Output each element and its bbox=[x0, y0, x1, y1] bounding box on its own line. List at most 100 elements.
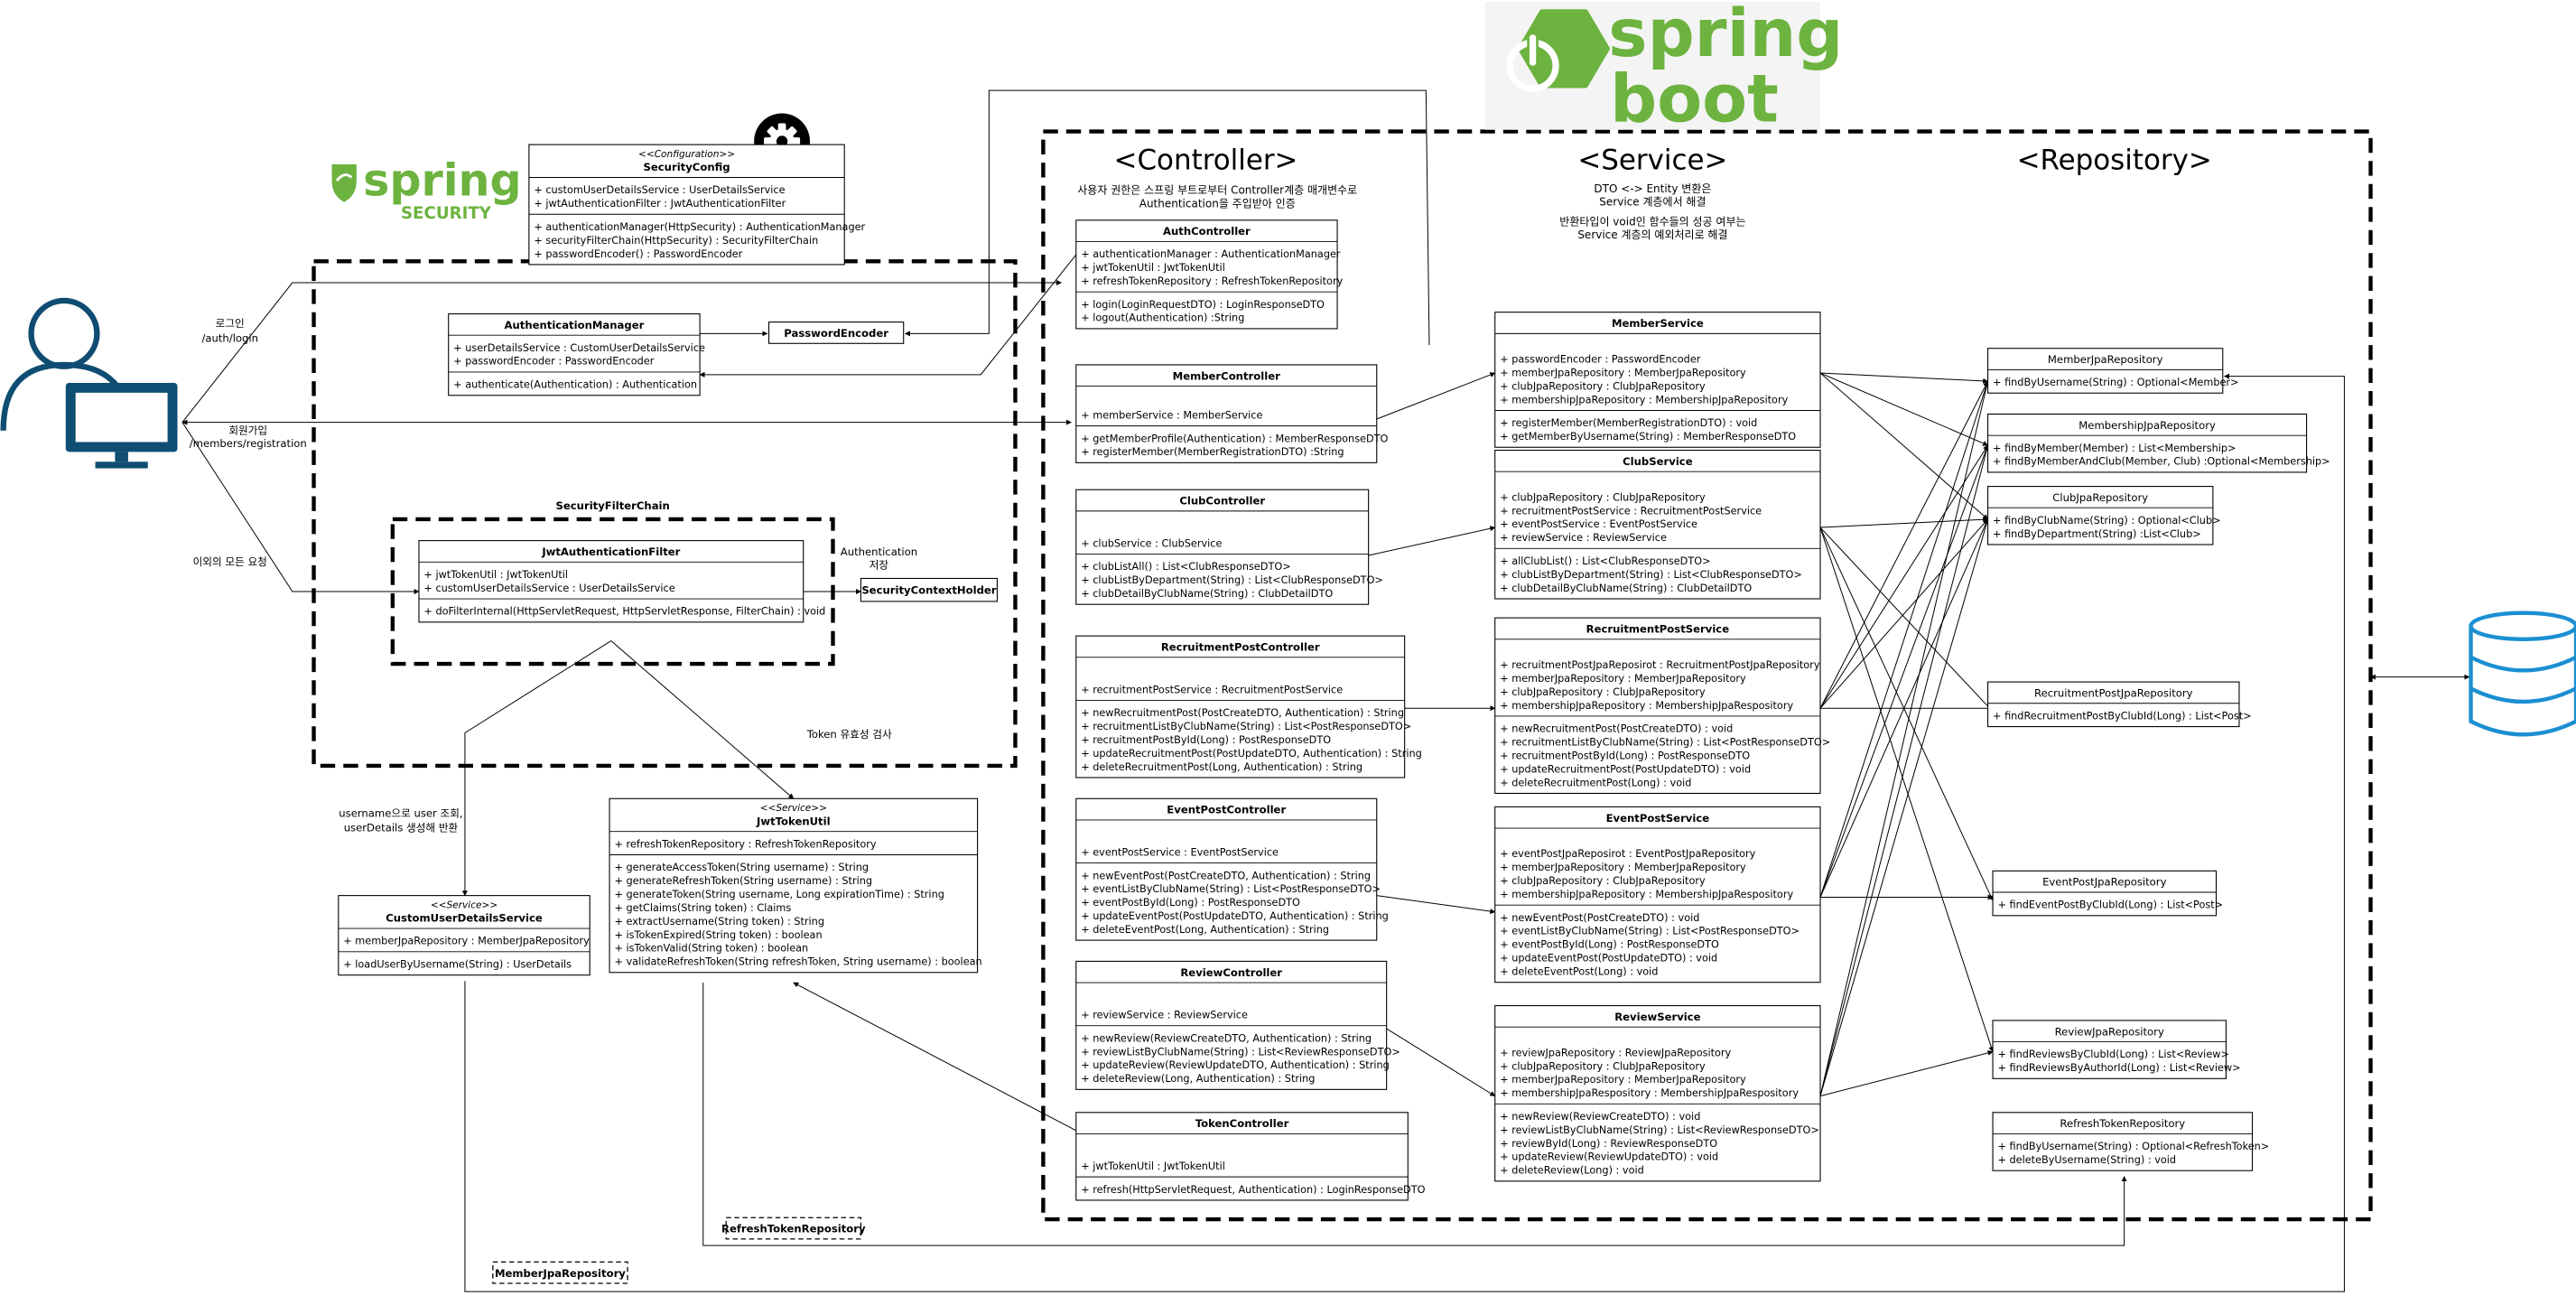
password-encoder-name: PasswordEncoder bbox=[784, 327, 888, 340]
jwt-token-util-method: + isTokenValid(String token) : boolean bbox=[614, 943, 808, 955]
club-controller-method: + clubDetailByClubName(String) : ClubDet… bbox=[1081, 588, 1333, 600]
event-post-service-field: + membershipJpaRepository : MembershipJp… bbox=[1500, 889, 1793, 900]
recruitment-post-service-field: + membershipJpaRepository : MembershipJp… bbox=[1500, 700, 1793, 712]
auth-controller-field: + jwtTokenUtil : JwtTokenUtil bbox=[1081, 262, 1225, 274]
event-post-jpa-repository-method: + findEventPostByClubId(Long) : List<Pos… bbox=[1998, 900, 2224, 911]
event-post-service-method: + deleteEventPost(Long) : void bbox=[1500, 966, 1658, 978]
recruitment-post-service-field: + recruitmentPostJpaReposirot : Recruitm… bbox=[1500, 659, 1820, 671]
diagram-svg: spring SECURITY spring boot <Controller>… bbox=[0, 0, 2576, 1292]
event-post-service-field: + clubJpaRepository : ClubJpaRepository bbox=[1500, 875, 1706, 887]
member-controller-title: MemberController bbox=[1173, 369, 1280, 382]
recruitment-post-jpa-repository-box: RecruitmentPostJpaRepository + findRecrui… bbox=[1987, 681, 2252, 728]
club-service-box: ClubService + clubJpaRepository : ClubJpa… bbox=[1494, 449, 1821, 600]
auth-controller-field: + authenticationManager : Authentication… bbox=[1081, 248, 1341, 260]
login-label-2: /auth/login bbox=[201, 331, 258, 344]
recruitment-post-controller-method: + newRecruitmentPost(PostCreateDTO, Auth… bbox=[1081, 707, 1404, 719]
recruitment-post-jpa-repository-title: RecruitmentPostJpaRepository bbox=[2034, 686, 2193, 699]
event-post-service-title: EventPostService bbox=[1606, 812, 1710, 825]
recruitment-post-service-method: + deleteRecruitmentPost(Long) : void bbox=[1500, 777, 1691, 788]
member-service-method: + registerMember(MemberRegistrationDTO) … bbox=[1500, 417, 1757, 429]
security-config-method: + authenticationManager(HttpSecurity) : … bbox=[534, 221, 865, 233]
spring-security-word: spring bbox=[363, 154, 522, 207]
member-service-field: + memberJpaRepository : MemberJpaReposit… bbox=[1500, 367, 1746, 378]
member-service-field: + clubJpaRepository : ClubJpaRepository bbox=[1500, 380, 1706, 392]
jwt-authentication-filter-title: JwtAuthenticationFilter bbox=[541, 545, 680, 558]
auth-controller-method: + login(LoginRequestDTO) : LoginResponse… bbox=[1081, 299, 1325, 311]
authentication-manager-box: AuthenticationManager + userDetailsServic… bbox=[448, 312, 705, 396]
membership-jpa-repository-title: MembershipJpaRepository bbox=[2078, 419, 2216, 432]
authentication-manager-field: + passwordEncoder : PasswordEncoder bbox=[453, 356, 655, 368]
refresh-token-repository-box: RefreshTokenRepository + findByUsername(S… bbox=[1992, 1112, 2269, 1171]
controller-heading: <Controller> bbox=[1114, 144, 1298, 176]
shield-icon bbox=[331, 163, 357, 202]
jwt-token-util-method: + validateRefreshToken(String refreshTok… bbox=[614, 956, 981, 968]
security-config-box: <<Configuration>>SecurityConfig + customU… bbox=[528, 144, 866, 266]
spring-boot-logo: spring boot bbox=[1484, 0, 1843, 138]
event-post-controller-title: EventPostController bbox=[1167, 804, 1286, 816]
uml-class-boxes: <<Configuration>>SecurityConfig + customU… bbox=[338, 144, 2330, 1201]
club-controller-method: + clubListAll() : List<ClubResponseDTO> bbox=[1081, 561, 1290, 573]
diagram-stage: spring SECURITY spring boot <Controller>… bbox=[0, 0, 2576, 1300]
review-service-field: + clubJpaRepository : ClubJpaRepository bbox=[1500, 1060, 1706, 1072]
club-jpa-repository-title: ClubJpaRepository bbox=[2052, 491, 2148, 504]
recruitment-post-service-title: RecruitmentPostService bbox=[1586, 623, 1730, 636]
review-jpa-repository-method: + findReviewsByClubId(Long) : List<Revie… bbox=[1998, 1049, 2229, 1060]
spring-boot-word2: boot bbox=[1610, 61, 1779, 138]
member-service-title: MemberService bbox=[1612, 317, 1704, 330]
recruitment-post-service-method: + newRecruitmentPost(PostCreateDTO) : vo… bbox=[1500, 723, 1733, 735]
recruitment-post-controller-method: + recruitmentPostById(Long) : PostRespon… bbox=[1081, 734, 1331, 746]
member-controller-box: MemberController + memberService : Member… bbox=[1075, 364, 1389, 463]
auth-controller-box: AuthController + authenticationManager : … bbox=[1075, 219, 1344, 330]
jwt-token-util-title: JwtTokenUtil bbox=[756, 815, 831, 827]
filter-chain-label: SecurityFilterChain bbox=[556, 499, 670, 512]
jwt-authentication-filter-field: + customUserDetailsService : UserDetails… bbox=[423, 583, 674, 594]
register-label-1: 회원가입 bbox=[228, 424, 267, 436]
member-service-field: + membershipJpaRepository : MembershipJp… bbox=[1500, 394, 1788, 405]
auth-controller-method: + logout(Authentication) :String bbox=[1081, 312, 1244, 324]
spring-security-logo: spring SECURITY bbox=[331, 154, 522, 223]
user-lookup-label-2: userDetails 생성해 반환 bbox=[344, 822, 459, 834]
service-note-3: 반환타입이 void인 함수들의 성공 여부는 bbox=[1559, 215, 1745, 228]
event-post-service-field: + memberJpaRepository : MemberJpaReposit… bbox=[1500, 862, 1746, 873]
event-post-controller-method: + eventListByClubName(String) : List<Pos… bbox=[1081, 883, 1381, 895]
club-jpa-repository-method: + findByClubName(String) : Optional<Club… bbox=[1993, 515, 2221, 527]
custom-user-details-service-title: CustomUserDetailsService bbox=[386, 912, 543, 925]
security-config-method: + securityFilterChain(HttpSecurity) : Se… bbox=[534, 235, 818, 247]
jwt-token-util-method: + generateAccessToken(String username) :… bbox=[614, 862, 869, 873]
review-jpa-repository-title: ReviewJpaRepository bbox=[2055, 1025, 2164, 1038]
refresh-token-repo-ref-name: RefreshTokenRepository bbox=[721, 1223, 866, 1235]
review-service-box: ReviewService + reviewJpaRepository : Rev… bbox=[1494, 1004, 1821, 1182]
jwt-token-util-method: + generateToken(String username, Long ex… bbox=[614, 889, 944, 900]
recruitment-post-controller-method: + deleteRecruitmentPost(Long, Authentica… bbox=[1081, 761, 1362, 773]
event-post-jpa-repository-title: EventPostJpaRepository bbox=[2042, 876, 2166, 889]
database-icon bbox=[2469, 611, 2576, 737]
review-service-title: ReviewService bbox=[1614, 1011, 1700, 1023]
recruitment-post-service-field: + memberJpaRepository : MemberJpaReposit… bbox=[1500, 673, 1746, 685]
recruitment-post-service-field: + clubJpaRepository : ClubJpaRepository bbox=[1500, 686, 1706, 698]
controller-note-1: 사용자 권한은 스프링 부트로부터 Controller계층 매개변수로 bbox=[1077, 184, 1357, 197]
member-controller-method: + registerMember(MemberRegistrationDTO) … bbox=[1081, 446, 1344, 458]
review-jpa-repository-method: + findReviewsByAuthorId(Long) : List<Rev… bbox=[1998, 1062, 2241, 1074]
service-note-1: DTO <-> Entity 변환은 bbox=[1594, 182, 1711, 195]
review-service-field: + reviewJpaRepository : ReviewJpaReposit… bbox=[1500, 1047, 1731, 1058]
member-jpa-repository-method: + findByUsername(String) : Optional<Memb… bbox=[1993, 377, 2238, 388]
member-jpa-repository-title: MemberJpaRepository bbox=[2048, 353, 2163, 366]
review-jpa-repository-box: ReviewJpaRepository + findReviewsByClubId… bbox=[1992, 1020, 2241, 1079]
auth-save-label-2: 저장 bbox=[870, 559, 889, 572]
club-service-field: + clubJpaRepository : ClubJpaRepository bbox=[1500, 491, 1706, 503]
recruitment-post-controller-field: + recruitmentPostService : RecruitmentPo… bbox=[1081, 684, 1343, 695]
repository-heading: <Repository> bbox=[2017, 144, 2212, 176]
jwt-token-util-method: + isTokenExpired(String token) : boolean bbox=[614, 929, 822, 941]
spring-security-sub: SECURITY bbox=[401, 204, 492, 223]
custom-user-details-service-field: + memberJpaRepository : MemberJpaReposit… bbox=[343, 936, 590, 947]
event-post-controller-box: EventPostController + eventPostService : … bbox=[1075, 797, 1389, 941]
member-controller-field: + memberService : MemberService bbox=[1081, 409, 1262, 421]
membership-jpa-repository-method: + findByMember(Member) : List<Membership… bbox=[1993, 443, 2236, 454]
member-repo-ref-name: MemberJpaRepository bbox=[495, 1267, 626, 1280]
event-post-controller-method: + deleteEventPost(Long, Authentication) … bbox=[1081, 924, 1329, 936]
membership-jpa-repository-box: MembershipJpaRepository + findByMember(Me… bbox=[1987, 413, 2330, 473]
refresh-token-repository-method: + deleteByUsername(String) : void bbox=[1998, 1154, 2177, 1166]
member-service-method: + getMemberByUsername(String) : MemberRe… bbox=[1500, 431, 1796, 443]
event-post-controller-method: + newEventPost(PostCreateDTO, Authentica… bbox=[1081, 870, 1371, 881]
recruitment-post-controller-method: + recruitmentListByClubName(String) : Li… bbox=[1081, 721, 1411, 732]
